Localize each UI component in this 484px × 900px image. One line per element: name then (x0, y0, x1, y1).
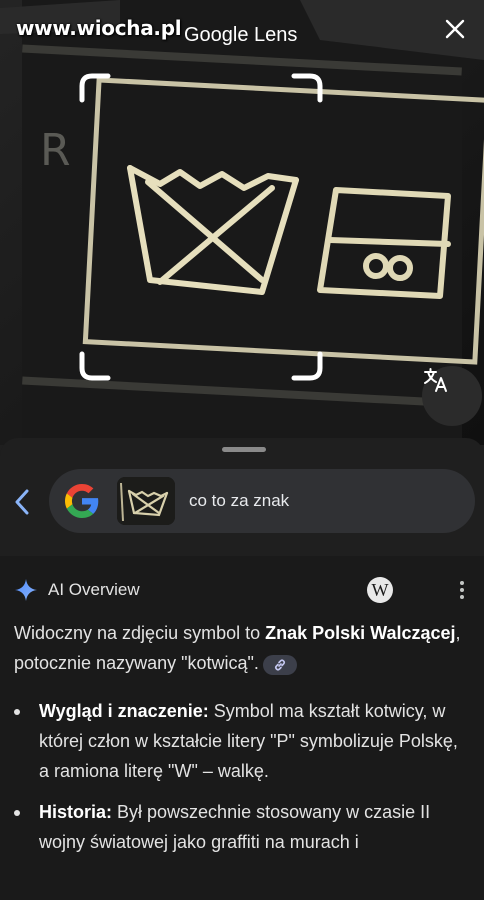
translate-button[interactable] (422, 366, 482, 426)
watermark: www.wiocha.pl (16, 16, 182, 40)
source-link-button[interactable] (262, 655, 297, 675)
drag-handle[interactable] (222, 447, 266, 452)
google-g-icon (65, 484, 99, 518)
thumbnail-image (117, 477, 175, 525)
page-title: Google Lens (184, 24, 298, 46)
wikipedia-icon[interactable]: W (367, 577, 393, 603)
camera-image: R www.wiocha.pl Google Lens (0, 0, 484, 445)
intro-text-pre: Widoczny na zdjęciu symbol to (14, 623, 266, 643)
ai-overview-title: AI Overview (48, 580, 140, 599)
bullet-heading: Historia: (39, 802, 113, 822)
more-vert-icon[interactable] (452, 576, 472, 604)
back-button[interactable] (8, 482, 36, 522)
ai-overview-panel: AI Overview W Widoczny na zdjęciu symbol… (0, 556, 484, 900)
link-icon (274, 659, 285, 671)
query-image-thumbnail[interactable] (117, 477, 175, 525)
close-button[interactable] (444, 18, 474, 48)
results-sheet: co to za znak AI Overview W Widoczny na … (0, 438, 484, 900)
list-item: Wygląd i znaczenie: Symbol ma kształt ko… (14, 696, 472, 786)
search-bar[interactable]: co to za znak (49, 469, 475, 533)
close-icon (445, 19, 465, 39)
ai-overview-bullets: Wygląd i znaczenie: Symbol ma kształt ko… (14, 696, 472, 868)
ai-overview-header: AI Overview (14, 578, 140, 602)
list-item: Historia: Był powszechnie stosowany w cz… (14, 797, 472, 857)
intro-text-bold: Znak Polski Walczącej (265, 623, 456, 643)
ai-sparkle-icon (15, 579, 37, 601)
ai-overview-intro: Widoczny na zdjęciu symbol to Znak Polsk… (14, 618, 470, 678)
label-photo: R (0, 0, 484, 445)
translate-icon (424, 368, 447, 392)
chevron-left-icon (15, 489, 29, 515)
photo-tag-letter: R (40, 125, 71, 176)
search-query[interactable]: co to za znak (189, 491, 289, 511)
bullet-heading: Wygląd i znaczenie: (39, 701, 209, 721)
